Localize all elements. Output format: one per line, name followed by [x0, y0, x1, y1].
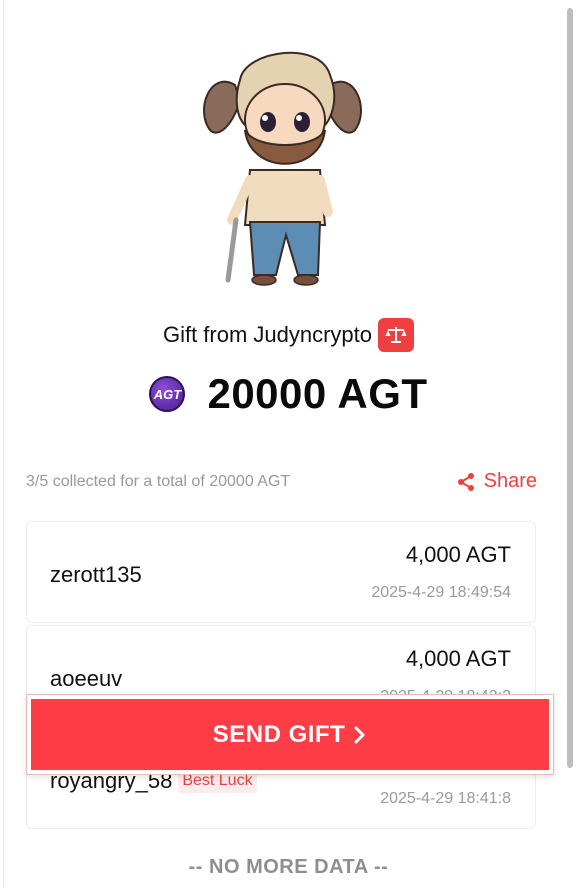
gift-total-amount: 20000 AGT [207, 370, 428, 417]
share-label: Share [483, 470, 537, 492]
claim-list-item: zerott135 4,000 AGT 2025-4-29 18:49:54 [26, 521, 536, 623]
scrollbar[interactable] [565, 0, 575, 888]
no-more-data-label: -- NO MORE DATA -- [188, 856, 389, 878]
claim-amount: 4,000 AGT [405, 542, 511, 567]
claimer-name: zerott135 [50, 562, 142, 587]
chevron-right-icon [354, 726, 365, 743]
share-icon [457, 472, 474, 491]
claim-time: 2025-4-29 18:41:8 [380, 790, 511, 807]
collected-summary-text: 3/5 collected for a total of 20000 AGT [26, 472, 291, 490]
gift-from-row: Gift from Judyncrypto [0, 318, 577, 352]
gift-sender-avatar-illustration [190, 30, 380, 290]
agt-token-icon: AGT [149, 376, 186, 412]
gift-amount-row: AGT 20000 AGT [0, 370, 577, 418]
claimer-name: aoeeuv [50, 666, 123, 691]
left-window-edge [0, 0, 4, 888]
gift-from-text: Gift from Judyncrypto [162, 322, 373, 347]
claim-time: 2025-4-29 18:49:54 [371, 584, 511, 601]
send-gift-button[interactable]: SEND GIFT [31, 699, 549, 770]
scale-icon [378, 318, 415, 352]
claim-amount: 4,000 AGT [405, 646, 511, 671]
share-button[interactable]: Share [456, 470, 537, 493]
send-gift-label: SEND GIFT [212, 720, 346, 748]
send-gift-button-frame: SEND GIFT [26, 694, 554, 775]
collected-summary-row: 3/5 collected for a total of 20000 AGT S… [26, 470, 537, 493]
